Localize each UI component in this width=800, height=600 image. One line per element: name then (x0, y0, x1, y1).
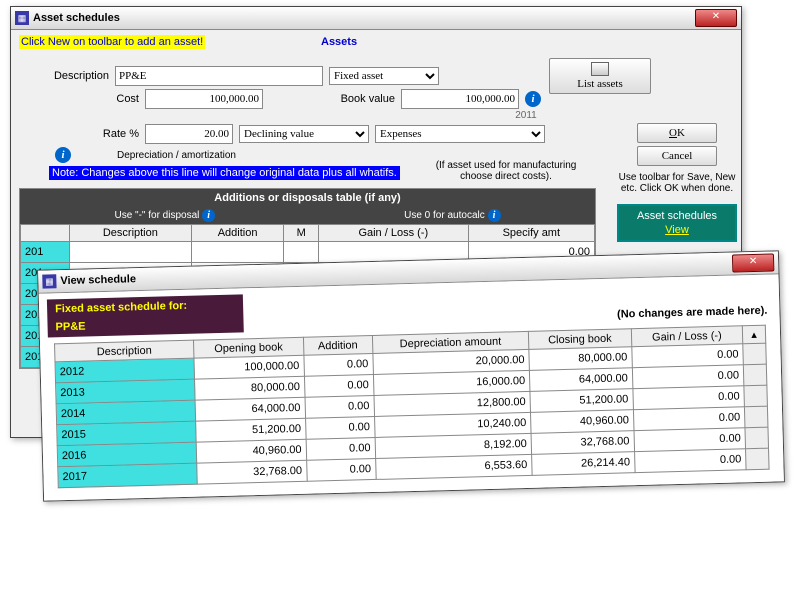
app-icon: ▦ (15, 11, 29, 25)
book-value-label: Book value (325, 93, 395, 105)
col-m: M (284, 225, 319, 242)
col-description: Description (70, 225, 192, 242)
close-button[interactable]: ✕ (695, 9, 737, 27)
list-assets-label: List assets (577, 78, 623, 90)
asset-type-select[interactable]: Fixed asset (329, 67, 439, 85)
toolbar-hint: Click New on toolbar to add an asset! (19, 35, 205, 49)
schedule-table: Description Opening book Addition Deprec… (54, 325, 770, 489)
grid-icon (591, 62, 609, 76)
col-gain-loss: Gain / Loss (-) (318, 225, 468, 242)
col-addition: Addition (303, 336, 372, 356)
col-specify: Specify amt (468, 225, 594, 242)
cost-input[interactable] (145, 89, 263, 109)
additions-header: Additions or disposals table (if any) (20, 189, 595, 207)
right-panel: OOKK Cancel Use toolbar for Save, New et… (617, 120, 737, 242)
col-addition: Addition (191, 225, 284, 242)
manufacturing-note: (If asset used for manufacturing choose … (421, 160, 591, 182)
table-header-row: Description Addition M Gain / Loss (-) S… (21, 225, 595, 242)
rate-label: Rate % (19, 128, 139, 140)
info-icon[interactable]: i (202, 209, 215, 222)
window-title: Asset schedules (33, 12, 695, 24)
app-icon: ▦ (42, 274, 56, 288)
additions-subheader: Use "-" for disposal i Use 0 for autocal… (20, 207, 595, 224)
depreciation-label: Depreciation / amortization (117, 150, 236, 161)
info-icon[interactable]: i (55, 147, 71, 163)
assets-heading: Assets (321, 36, 357, 48)
asset-schedules-panel: Asset schedules View (617, 204, 737, 242)
description-label: Description (19, 70, 109, 82)
ok-button[interactable]: OOKK (637, 123, 717, 143)
rate-input[interactable] (145, 124, 233, 144)
info-icon[interactable]: i (488, 209, 501, 222)
right-hint: Use toolbar for Save, New etc. Click OK … (617, 172, 737, 194)
description-input[interactable] (115, 66, 323, 86)
cancel-button[interactable]: Cancel (637, 146, 717, 166)
view-schedule-window: ▦ View schedule ✕ Fixed asset schedule f… (37, 250, 785, 501)
book-value-input[interactable] (401, 89, 519, 109)
expense-select[interactable]: Expenses (375, 125, 545, 143)
titlebar: ▦ Asset schedules ✕ (11, 7, 741, 30)
view-link[interactable]: View (623, 224, 731, 236)
method-select[interactable]: Declining value (239, 125, 369, 143)
no-changes-note: (No changes are made here). (617, 305, 768, 321)
change-warning: Note: Changes above this line will chang… (49, 166, 400, 180)
scroll-up-icon[interactable]: ▴ (742, 325, 765, 344)
asset-schedules-title: Asset schedules (623, 210, 731, 222)
cost-label: Cost (19, 93, 139, 105)
list-assets-button[interactable]: List assets (549, 58, 651, 94)
info-icon[interactable]: i (525, 91, 541, 107)
close-button[interactable]: ✕ (732, 253, 774, 272)
schedule-header: Fixed asset schedule for: PP&E (47, 294, 244, 337)
